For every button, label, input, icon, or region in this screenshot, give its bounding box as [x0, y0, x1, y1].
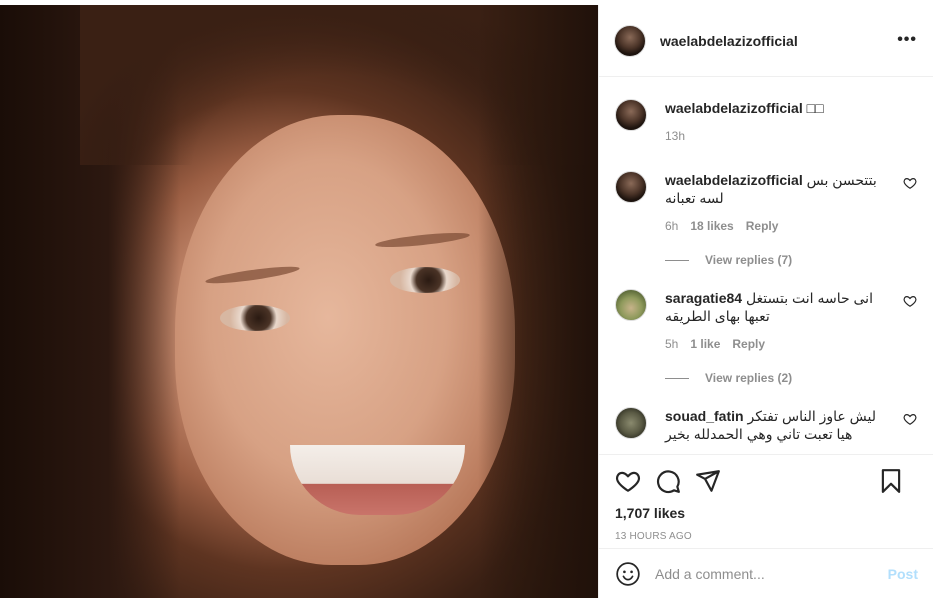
post-side-panel: waelabdelazizofficial ••• waelabdelazizo… — [598, 5, 933, 598]
comment-like-heart-icon[interactable] — [903, 412, 917, 426]
comment-username[interactable]: saragatie84 — [665, 290, 742, 306]
add-comment-bar: Add a comment... Post — [599, 548, 933, 598]
comment-time[interactable]: 5h — [665, 335, 678, 353]
caption-time[interactable]: 13h — [665, 127, 685, 145]
emoji-icon[interactable] — [615, 561, 641, 587]
comment-body: waelabdelazizofficial بتتحسن بس لسه تعبا… — [665, 171, 917, 235]
comment-body: saragatie84 انى حاسه انت بتستغل تعبها به… — [665, 289, 917, 353]
photo-eye-left — [220, 305, 290, 331]
comment-item: waelabdelazizofficial بتتحسن بس لسه تعبا… — [615, 171, 917, 235]
caption-text: □□ — [806, 100, 824, 116]
replies-divider — [665, 377, 689, 379]
replies-divider — [665, 259, 689, 261]
share-icon[interactable] — [695, 468, 721, 494]
view-replies-button[interactable]: View replies (2) — [665, 371, 917, 385]
post-photo[interactable] — [0, 5, 598, 598]
comment-avatar[interactable] — [615, 407, 647, 439]
caption-meta: 13h — [665, 127, 889, 145]
comment-time[interactable]: 6h — [665, 217, 678, 235]
comment-username[interactable]: waelabdelazizofficial — [665, 172, 803, 188]
author-avatar[interactable] — [614, 24, 646, 57]
comment-avatar[interactable] — [615, 171, 647, 203]
caption-body: waelabdelazizofficial □□ 13h — [665, 99, 917, 145]
view-replies-label[interactable]: View replies (2) — [705, 371, 792, 385]
comment-input[interactable]: Add a comment... — [655, 566, 888, 582]
comment-reply-button[interactable]: Reply — [746, 217, 779, 235]
heart-icon[interactable] — [615, 468, 641, 494]
bookmark-icon[interactable] — [878, 468, 904, 494]
post-actions: 1,707 likes 13 HOURS AGO — [599, 454, 933, 542]
comments-list[interactable]: waelabdelazizofficial □□ 13h waelabdelaz… — [599, 77, 933, 454]
likes-count[interactable]: 1,707 likes — [615, 505, 918, 521]
more-options-icon[interactable]: ••• — [897, 31, 917, 49]
post-comment-button[interactable]: Post — [888, 566, 918, 582]
comment-likes[interactable]: 18 likes — [690, 217, 733, 235]
comment-like-heart-icon[interactable] — [903, 294, 917, 308]
comment-avatar[interactable] — [615, 289, 647, 321]
comment-username[interactable]: souad_fatin — [665, 408, 744, 424]
view-replies-label[interactable]: View replies (7) — [705, 253, 792, 267]
caption: waelabdelazizofficial □□ 13h — [615, 99, 917, 145]
post-timestamp[interactable]: 13 HOURS AGO — [615, 531, 918, 542]
comment-meta: 6h 18 likes Reply — [665, 217, 889, 235]
comment-item: souad_fatin ليش عاوز الناس تفتكر هيا تعب… — [615, 407, 917, 443]
comment-likes[interactable]: 1 like — [690, 335, 720, 353]
photo-eye-right — [390, 267, 460, 293]
view-replies-button[interactable]: View replies (7) — [665, 253, 917, 267]
comment-reply-button[interactable]: Reply — [732, 335, 765, 353]
photo-hair-right — [478, 5, 598, 598]
post-header: waelabdelazizofficial ••• — [599, 5, 933, 77]
author-username[interactable]: waelabdelazizofficial — [660, 33, 798, 49]
comment-item: saragatie84 انى حاسه انت بتستغل تعبها به… — [615, 289, 917, 353]
caption-username[interactable]: waelabdelazizofficial — [665, 100, 803, 116]
comment-icon[interactable] — [655, 468, 681, 494]
comment-like-heart-icon[interactable] — [903, 176, 917, 190]
comment-body: souad_fatin ليش عاوز الناس تفتكر هيا تعب… — [665, 407, 917, 443]
comment-meta: 5h 1 like Reply — [665, 335, 889, 353]
caption-avatar[interactable] — [615, 99, 647, 131]
action-icons — [615, 465, 918, 497]
